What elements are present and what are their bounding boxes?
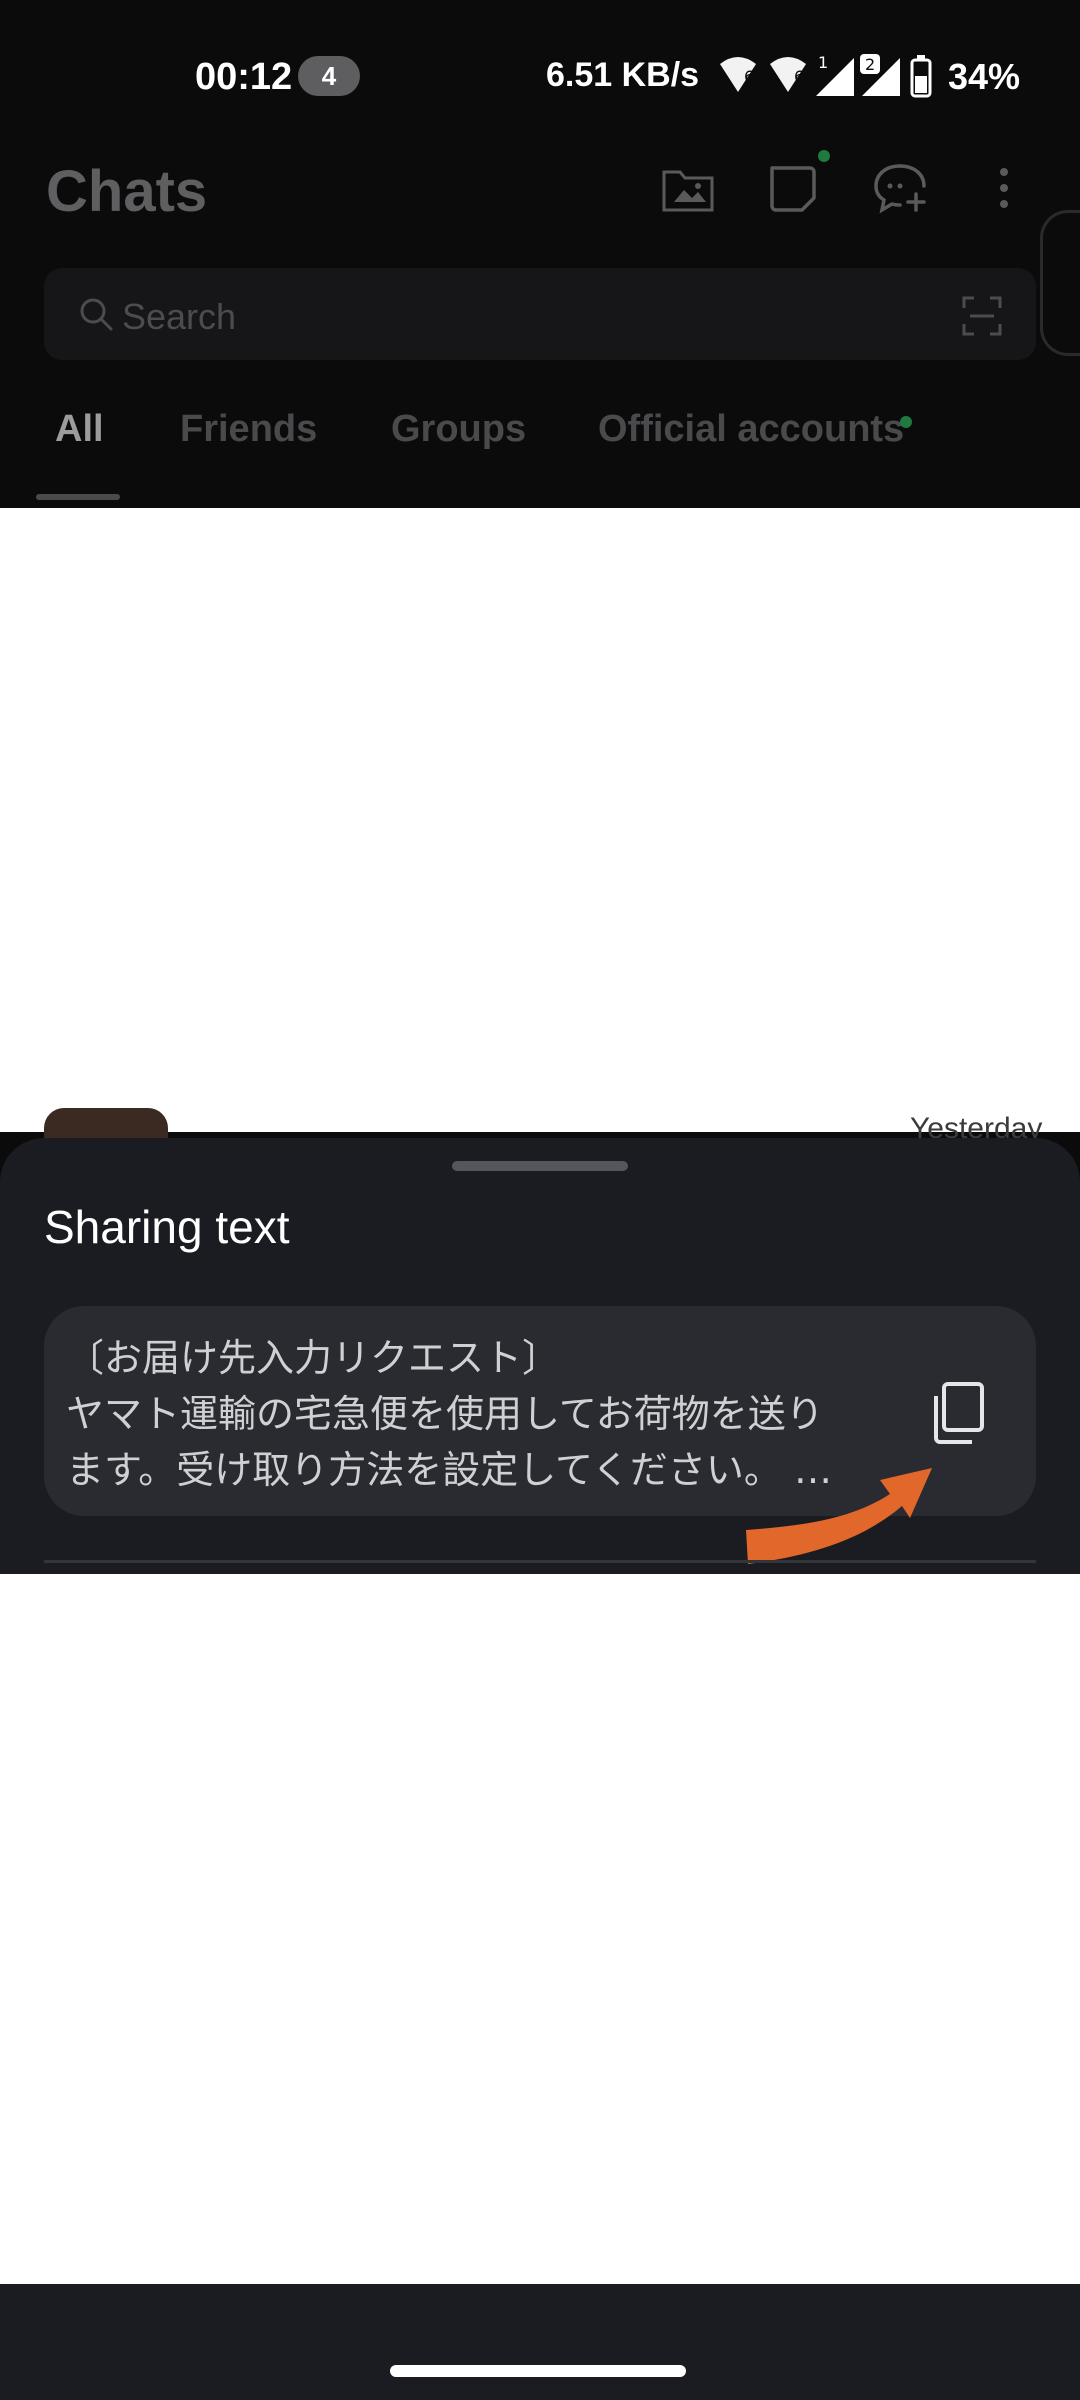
qr-scan-icon[interactable] [962, 296, 1002, 336]
svg-text:6: 6 [744, 67, 754, 86]
copy-icon[interactable] [922, 1376, 994, 1448]
photo-folder-icon[interactable] [658, 158, 718, 218]
notification-count-badge: 4 [298, 56, 360, 96]
lower-content-area [0, 1574, 1080, 2284]
tab-groups[interactable]: Groups [391, 408, 526, 451]
side-panel-handle[interactable] [1040, 210, 1080, 356]
voom-notification-dot [818, 150, 830, 162]
shared-text-line: ヤマト運輸の宅急便を使用してお荷物を送り [66, 1392, 824, 1436]
sheet-drag-handle[interactable] [452, 1161, 628, 1171]
voom-icon[interactable] [762, 158, 822, 218]
shared-text-line: 〔お届け先入力リクエスト〕 [66, 1336, 561, 1380]
home-indicator[interactable] [390, 2365, 686, 2377]
sheet-title: Sharing text [44, 1201, 290, 1253]
tab-friends[interactable]: Friends [180, 408, 317, 451]
navigation-bar [0, 2284, 1080, 2400]
search-icon [80, 298, 113, 331]
official-accounts-dot [900, 416, 912, 428]
battery-percent: 34% [948, 56, 1021, 97]
active-tab-indicator [36, 494, 120, 500]
new-chat-icon[interactable] [870, 158, 930, 218]
tab-all[interactable]: All [55, 408, 104, 451]
page-title: Chats [46, 159, 208, 224]
network-speed: 6.51 KB/s [546, 56, 700, 94]
svg-text:6: 6 [794, 67, 804, 86]
tab-official-accounts[interactable]: Official accounts [598, 408, 904, 451]
content-area [0, 508, 1080, 1132]
sheet-divider [44, 1560, 1036, 1563]
status-time: 00:12 [195, 56, 293, 98]
more-options-icon[interactable] [974, 158, 1034, 218]
svg-text:2: 2 [865, 55, 875, 74]
arrow-annotation-icon [746, 1468, 932, 1564]
svg-text:1: 1 [818, 53, 828, 72]
search-input[interactable]: Search [122, 296, 236, 338]
